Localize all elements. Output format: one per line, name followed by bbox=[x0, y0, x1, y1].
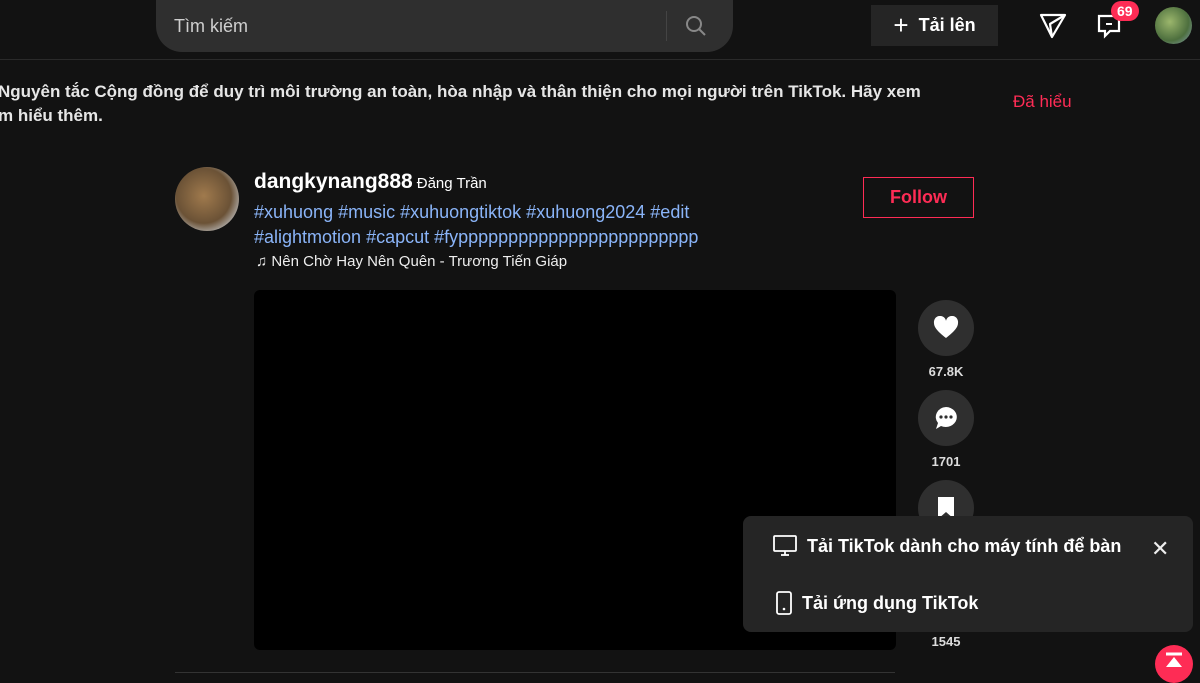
community-notice: Nguyên tắc Cộng đồng để duy trì môi trườ… bbox=[0, 80, 988, 128]
top-bar: + Tải lên 69 bbox=[0, 0, 1200, 60]
comment-count: 1701 bbox=[931, 454, 961, 469]
download-popup: Tải TikTok dành cho máy tính để bàn ✕ Tả… bbox=[743, 516, 1193, 632]
download-desktop-option[interactable]: Tải TikTok dành cho máy tính để bàn bbox=[773, 535, 1121, 557]
search-input[interactable] bbox=[156, 15, 666, 37]
heart-icon bbox=[933, 316, 959, 338]
scroll-to-top-button[interactable] bbox=[1155, 645, 1193, 683]
comment-icon bbox=[935, 407, 957, 429]
download-app-option[interactable]: Tải ứng dụng TikTok bbox=[776, 591, 978, 615]
search-bar bbox=[156, 0, 733, 52]
notice-text: Nguyên tắc Cộng đồng để duy trì môi trườ… bbox=[0, 82, 921, 101]
phone-icon bbox=[776, 591, 792, 615]
close-icon[interactable]: ✕ bbox=[1151, 536, 1169, 562]
inbox-badge: 69 bbox=[1111, 1, 1139, 21]
music-link[interactable]: ♫ Nên Chờ Hay Nên Quên - Trương Tiến Giá… bbox=[256, 253, 567, 270]
follow-button[interactable]: Follow bbox=[863, 177, 974, 218]
like-button[interactable] bbox=[918, 300, 974, 356]
music-note-icon: ♫ bbox=[256, 253, 272, 270]
plus-icon: + bbox=[893, 10, 909, 40]
desktop-label: Tải TikTok dành cho máy tính để bàn bbox=[807, 535, 1122, 556]
app-label: Tải ứng dụng TikTok bbox=[802, 592, 979, 613]
comment-button[interactable] bbox=[918, 390, 974, 446]
dismiss-notice-button[interactable]: Đã hiểu bbox=[1013, 92, 1072, 112]
author-name[interactable]: dangkynang888 Đăng Trần bbox=[254, 170, 487, 194]
hashtags[interactable]: #xuhuong #music #xuhuongtiktok #xuhuong2… bbox=[254, 200, 774, 250]
learn-more-link[interactable]: m hiểu thêm. bbox=[0, 104, 988, 128]
upload-button[interactable]: + Tải lên bbox=[871, 5, 998, 46]
arrow-up-icon bbox=[1166, 652, 1182, 667]
divider bbox=[175, 672, 895, 673]
monitor-icon bbox=[773, 535, 797, 556]
music-title: Nên Chờ Hay Nên Quên - Trương Tiến Giáp bbox=[271, 253, 568, 270]
upload-label: Tải lên bbox=[918, 15, 976, 35]
profile-avatar[interactable] bbox=[1155, 7, 1192, 44]
send-icon[interactable] bbox=[1038, 12, 1068, 45]
author-avatar[interactable] bbox=[175, 167, 239, 231]
search-icon[interactable] bbox=[667, 14, 725, 38]
username: dangkynang888 bbox=[254, 170, 413, 193]
share-count: 1545 bbox=[931, 634, 961, 649]
like-count: 67.8K bbox=[928, 364, 964, 379]
display-name: Đăng Trần bbox=[416, 175, 487, 192]
